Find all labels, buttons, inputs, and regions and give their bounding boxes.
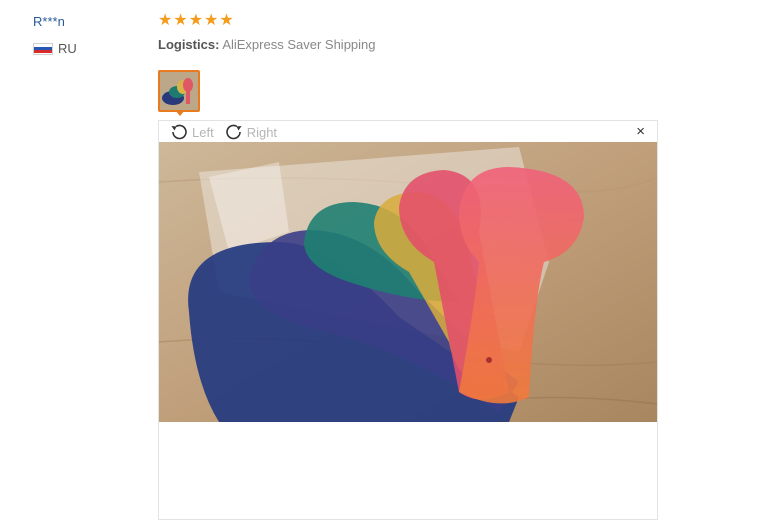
review-photo-thumbnail[interactable] bbox=[158, 70, 200, 112]
logistics-value: AliExpress Saver Shipping bbox=[222, 37, 376, 52]
star-icon: ★ bbox=[158, 12, 173, 29]
photo-viewer: Left Right × bbox=[158, 120, 658, 520]
russia-flag-icon bbox=[33, 42, 53, 55]
rating-stars: ★ ★ ★ ★ ★ bbox=[158, 13, 234, 29]
reviewer-country: RU bbox=[33, 41, 77, 56]
viewer-toolbar: Left Right bbox=[169, 122, 277, 142]
review-photo-image bbox=[159, 142, 657, 422]
star-icon: ★ bbox=[204, 12, 219, 29]
reviewer-name[interactable]: R***n bbox=[33, 14, 65, 29]
close-icon[interactable]: × bbox=[636, 124, 645, 140]
rotate-left-label: Left bbox=[192, 124, 214, 140]
rotate-left-button[interactable]: Left bbox=[169, 123, 214, 141]
star-icon: ★ bbox=[188, 12, 204, 29]
star-icon: ★ bbox=[219, 12, 234, 29]
rotate-left-icon bbox=[171, 124, 187, 140]
review-photo bbox=[159, 142, 657, 422]
thumbnail-pointer bbox=[175, 110, 185, 116]
logistics-info: Logistics: AliExpress Saver Shipping bbox=[158, 37, 376, 52]
country-code: RU bbox=[58, 41, 77, 56]
logistics-label: Logistics: bbox=[158, 37, 220, 52]
thumbnail-image bbox=[160, 72, 198, 110]
rotate-right-button[interactable]: Right bbox=[224, 123, 277, 141]
star-icon: ★ bbox=[173, 12, 188, 29]
rotate-right-label: Right bbox=[246, 124, 278, 140]
rotate-right-icon bbox=[225, 124, 242, 140]
